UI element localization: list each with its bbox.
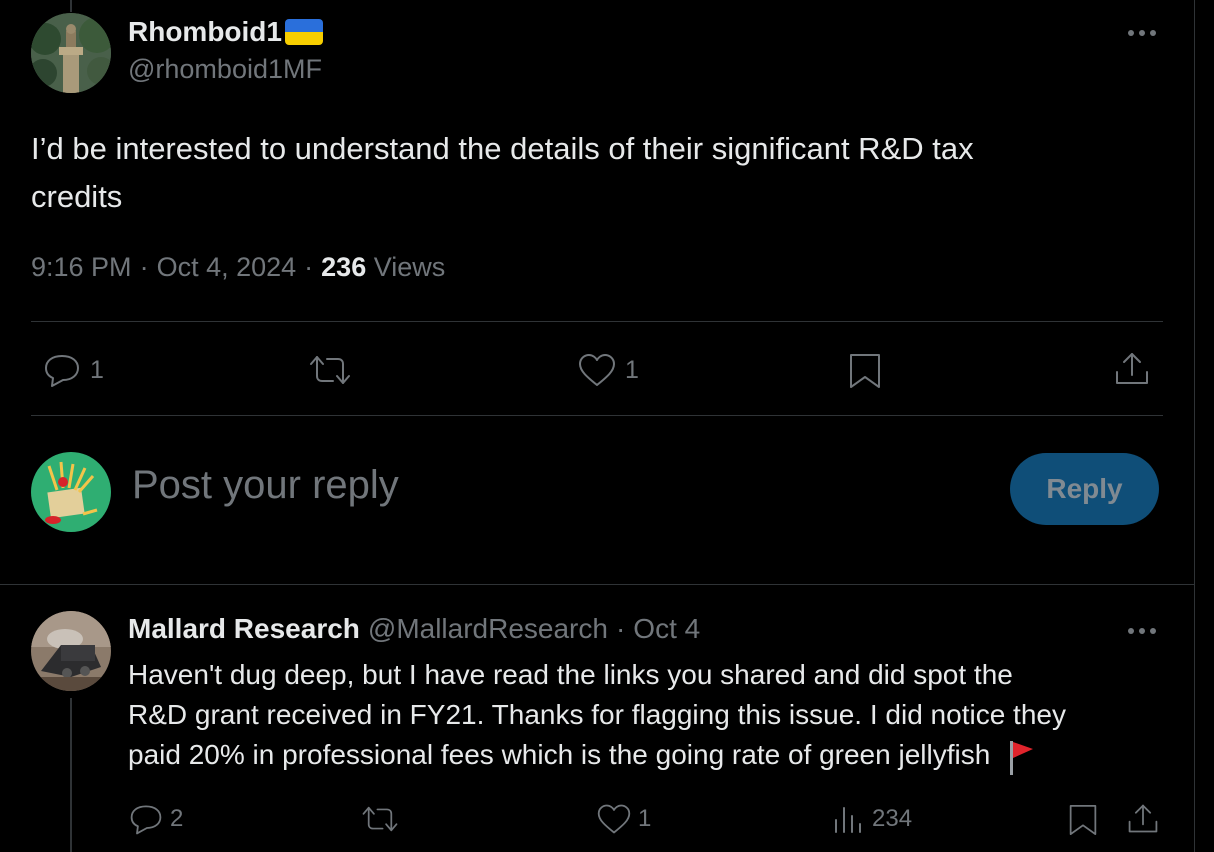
reply-author-name[interactable]: Mallard Research bbox=[128, 613, 360, 645]
avatar-image bbox=[31, 13, 111, 93]
reply-like-count: 1 bbox=[638, 805, 652, 832]
reply-text-line-3-row: paid 20% in professional fees which is t… bbox=[128, 735, 1066, 776]
reply-bookmark-action[interactable] bbox=[1068, 802, 1098, 838]
reply-author-handle[interactable]: @MallardResearch bbox=[368, 613, 608, 645]
author-name[interactable]: Rhomboid1 bbox=[128, 16, 282, 48]
ukraine-flag bbox=[285, 19, 323, 45]
share-action[interactable] bbox=[1113, 350, 1151, 388]
like-action[interactable]: 1 bbox=[577, 352, 639, 388]
reply-icon bbox=[130, 805, 162, 835]
avatar-image bbox=[31, 611, 111, 691]
tweet-text: I’d be interested to understand the deta… bbox=[31, 125, 974, 221]
tweet-meta: 9:16 PM · Oct 4, 2024 · 236 Views bbox=[31, 252, 445, 283]
repost-icon bbox=[310, 356, 350, 384]
author-name-row[interactable]: Rhomboid1 bbox=[128, 16, 323, 48]
thread-line-top bbox=[70, 0, 72, 12]
reply-icon bbox=[45, 355, 79, 387]
views-count-group: 236 Views bbox=[321, 252, 445, 283]
reply-header: Mallard Research @MallardResearch · Oct … bbox=[128, 613, 700, 645]
tweet-text-line-1: I’d be interested to understand the deta… bbox=[31, 131, 974, 166]
views-count: 236 bbox=[321, 252, 367, 282]
analytics-icon bbox=[835, 807, 861, 833]
heart-icon bbox=[597, 804, 631, 834]
reply-action[interactable]: 1 bbox=[42, 352, 104, 388]
bookmark-action[interactable] bbox=[848, 352, 882, 390]
thread-line bbox=[70, 698, 72, 852]
divider bbox=[31, 321, 1163, 322]
reply-reply-count: 2 bbox=[170, 805, 184, 832]
bookmark-icon bbox=[850, 354, 880, 388]
avatar-image bbox=[31, 452, 111, 532]
reply-count: 1 bbox=[90, 355, 104, 384]
reply-button[interactable]: Reply bbox=[1010, 453, 1159, 525]
meta-separator: · bbox=[304, 252, 314, 282]
repost-action[interactable] bbox=[307, 352, 353, 388]
section-divider bbox=[0, 584, 1194, 585]
author-avatar[interactable] bbox=[31, 13, 111, 93]
share-icon bbox=[1128, 804, 1158, 833]
views-label: Views bbox=[373, 252, 446, 282]
more-options-icon[interactable] bbox=[1126, 26, 1158, 40]
red-flag-emoji bbox=[1006, 738, 1036, 776]
reply-date[interactable]: Oct 4 bbox=[633, 613, 700, 645]
meta-separator: · bbox=[615, 613, 626, 644]
repost-icon bbox=[362, 806, 398, 832]
my-avatar[interactable] bbox=[31, 452, 111, 532]
reply-more-options-icon[interactable] bbox=[1126, 624, 1158, 638]
reply-views-action[interactable]: 234 bbox=[832, 802, 912, 836]
column-border-right bbox=[1194, 0, 1195, 852]
reply-text-line-2: R&D grant received in FY21. Thanks for f… bbox=[128, 699, 1066, 730]
reply-text-line-3: paid 20% in professional fees which is t… bbox=[128, 739, 991, 770]
bookmark-icon bbox=[1069, 805, 1097, 835]
reply-repost-action[interactable] bbox=[360, 802, 400, 836]
author-handle[interactable]: @rhomboid1MF bbox=[128, 54, 322, 85]
tweet-date[interactable]: Oct 4, 2024 bbox=[157, 252, 297, 283]
divider bbox=[31, 415, 1163, 416]
reply-like-action[interactable]: 1 bbox=[596, 802, 651, 836]
like-count: 1 bbox=[625, 355, 639, 384]
reply-input[interactable]: Post your reply bbox=[132, 463, 399, 508]
reply-author-avatar[interactable] bbox=[31, 611, 111, 691]
tweet-text-line-2: credits bbox=[31, 179, 123, 214]
reply-text: Haven't dug deep, but I have read the li… bbox=[128, 655, 1066, 776]
reply-button-label: Reply bbox=[1046, 473, 1123, 504]
reply-reply-action[interactable]: 2 bbox=[128, 802, 183, 836]
tweet-time[interactable]: 9:16 PM bbox=[31, 252, 132, 283]
heart-icon bbox=[579, 354, 615, 386]
reply-share-action[interactable] bbox=[1126, 801, 1160, 837]
reply-text-line-1: Haven't dug deep, but I have read the li… bbox=[128, 659, 1013, 690]
meta-separator: · bbox=[139, 252, 149, 282]
share-icon bbox=[1116, 353, 1148, 384]
reply-views-count: 234 bbox=[872, 805, 913, 832]
